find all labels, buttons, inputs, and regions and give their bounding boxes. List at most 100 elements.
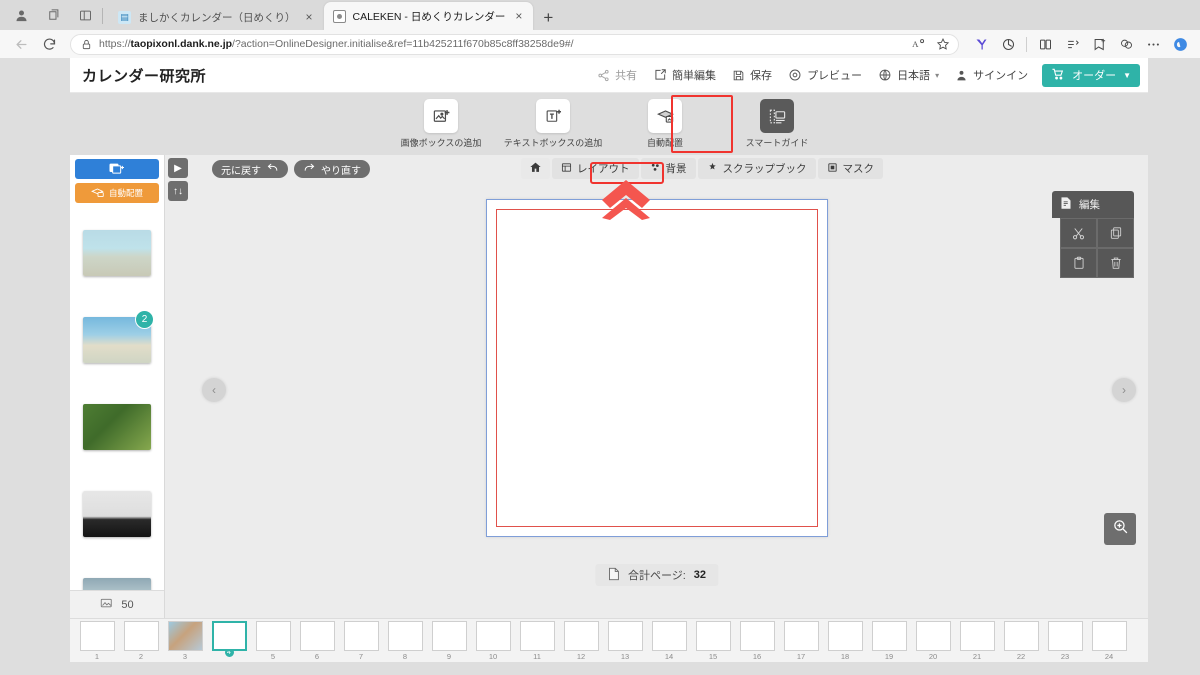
add-image-box-tool[interactable]: 画像ボックスの追加	[398, 99, 484, 149]
app-logo[interactable]: カレンダー研究所	[82, 65, 206, 86]
more-icon[interactable]	[1141, 32, 1165, 56]
page-thumb-5[interactable]: 5	[252, 620, 294, 661]
share-icon	[597, 69, 610, 82]
cut-icon[interactable]	[1060, 218, 1097, 248]
add-text-box-tool[interactable]: テキストボックスの追加	[504, 99, 602, 149]
photo-thumbnail-coastal-view[interactable]	[83, 577, 151, 590]
total-pages-indicator: 合計ページ: 32	[594, 564, 719, 586]
page-thumb-6[interactable]: 6	[296, 620, 338, 661]
page-thumb-2[interactable]: 2	[120, 620, 162, 661]
previous-page-button[interactable]: ‹	[202, 377, 226, 402]
page-thumb-24[interactable]: 24	[1088, 620, 1130, 661]
zoom-in-button[interactable]	[1104, 513, 1136, 545]
save-button[interactable]: 保存	[724, 62, 780, 88]
page-thumb-23[interactable]: 23	[1044, 620, 1086, 661]
auto-fill-tool[interactable]: 自動配置	[622, 99, 708, 149]
edit-panel-header[interactable]: 編集	[1052, 191, 1134, 218]
profile-icon[interactable]	[12, 6, 30, 24]
page-thumb-8[interactable]: 8	[384, 620, 426, 661]
photo-thumbnail-list[interactable]: 2	[70, 203, 164, 590]
photo-thumbnail-red-flower[interactable]	[83, 403, 151, 450]
page-thumb-18[interactable]: 18	[824, 620, 866, 661]
page-thumb-4[interactable]: 4	[208, 620, 250, 661]
page-canvas[interactable]	[485, 199, 828, 537]
sign-in-button[interactable]: サインイン	[947, 62, 1036, 88]
page-thumb-12[interactable]: 12	[560, 620, 602, 661]
split-screen-icon[interactable]	[76, 6, 94, 24]
tab-background[interactable]: 背景	[640, 158, 696, 179]
share-button[interactable]: 共有	[589, 62, 645, 88]
page-thumb-17[interactable]: 17	[780, 620, 822, 661]
photo-thumbnail-item[interactable]: 2	[70, 296, 164, 383]
photo-thumbnail-dark-building[interactable]	[83, 490, 151, 537]
preview-button[interactable]: プレビュー	[780, 62, 870, 88]
design-stage[interactable]: ‹ › 編集 合計ページ: 32	[165, 189, 1148, 590]
page-thumb-19[interactable]: 19	[868, 620, 910, 661]
browser-tab-2[interactable]: CALEKEN - 日めくりカレンダー ×	[323, 2, 534, 30]
page-thumb-9[interactable]: 9	[428, 620, 470, 661]
page-thumb-14[interactable]: 14	[648, 620, 690, 661]
smart-guide-label: スマートガイド	[745, 138, 809, 148]
page-thumb-16[interactable]: 16	[736, 620, 778, 661]
paste-icon[interactable]	[1060, 248, 1097, 278]
add-photos-button[interactable]	[75, 159, 159, 179]
tab-scrapbook[interactable]: スクラップブック	[697, 158, 816, 179]
tab-mask[interactable]: マスク	[817, 158, 883, 179]
yandex-icon[interactable]	[969, 32, 993, 56]
browser-tab-1[interactable]: ▤ ましかくカレンダー（日めくり） ×	[109, 4, 324, 30]
easy-edit-button[interactable]: 簡単編集	[645, 62, 724, 88]
photo-thumbnail-item[interactable]	[70, 557, 164, 590]
auto-place-button[interactable]: 自動配置	[75, 183, 159, 203]
star-icon[interactable]	[934, 37, 952, 51]
page-thumb-9-number: 9	[446, 651, 452, 661]
page-thumb-20[interactable]: 20	[912, 620, 954, 661]
next-page-button[interactable]: ›	[1112, 377, 1136, 402]
delete-icon[interactable]	[1097, 248, 1134, 278]
order-button[interactable]: オーダー ▼	[1042, 63, 1140, 87]
page-thumb-11[interactable]: 11	[516, 620, 558, 661]
tab-home[interactable]	[521, 158, 550, 179]
browser-tab-1-close-icon[interactable]: ×	[303, 10, 316, 24]
panel-expand-icon[interactable]: ▶	[168, 158, 188, 178]
smart-guide-tool[interactable]: スマートガイド	[734, 99, 820, 149]
favorites-add-icon[interactable]	[1087, 32, 1111, 56]
redo-button[interactable]: やり直す	[294, 160, 370, 178]
photo-thumbnail-beach-person[interactable]	[83, 229, 151, 276]
undo-button[interactable]: 元に戻す	[212, 160, 288, 178]
page-thumb-13-number: 13	[620, 651, 630, 661]
read-aloud-icon[interactable]: A	[909, 37, 927, 51]
page-thumb-17-number: 17	[796, 651, 806, 661]
page-thumb-7[interactable]: 7	[340, 620, 382, 661]
photo-thumbnail-item[interactable]	[70, 470, 164, 557]
edit-panel: 編集	[1052, 191, 1134, 278]
page-thumb-13[interactable]: 13	[604, 620, 646, 661]
language-selector[interactable]: 日本語 ▾	[870, 62, 947, 88]
app-header: カレンダー研究所 共有 簡単編集 保存 プレビュー 日本語 ▾ サインイン オー…	[70, 58, 1148, 93]
collections-add-icon[interactable]	[1060, 32, 1084, 56]
copilot-icon[interactable]	[1168, 32, 1192, 56]
page-thumb-8-preview	[387, 620, 423, 651]
page-thumb-21[interactable]: 21	[956, 620, 998, 661]
page-thumb-22[interactable]: 22	[1000, 620, 1042, 661]
page-thumb-10[interactable]: 10	[472, 620, 514, 661]
split-icon[interactable]	[1033, 32, 1057, 56]
page-thumbnail-strip[interactable]: 1 2 3 4 5 6 7 8 9 10 11 12 13 14 15 16 1…	[70, 618, 1148, 662]
browser-essentials-icon[interactable]	[1114, 32, 1138, 56]
tab-layout[interactable]: レイアウト	[552, 158, 639, 179]
address-bar[interactable]: https://taopixonl.dank.ne.jp/?action=Onl…	[70, 33, 959, 55]
page-thumb-6-preview	[299, 620, 335, 651]
back-arrow-icon[interactable]	[8, 32, 34, 56]
photo-thumbnail-item[interactable]	[70, 383, 164, 470]
app-body: 自動配置 2 50 ▶ ↑↓ 元に戻す やり直す レイアウト 背景 スクラップブ…	[70, 155, 1148, 618]
browser-tab-2-close-icon[interactable]: ×	[512, 9, 525, 23]
ghost-icon[interactable]	[996, 32, 1020, 56]
extensions-divider	[1026, 36, 1027, 52]
page-thumb-1[interactable]: 1	[76, 620, 118, 661]
copy-icon[interactable]	[1097, 218, 1134, 248]
new-tab-button[interactable]: +	[533, 9, 563, 30]
photo-thumbnail-item[interactable]	[70, 209, 164, 296]
reload-icon[interactable]	[36, 32, 62, 56]
page-thumb-15[interactable]: 15	[692, 620, 734, 661]
collections-icon[interactable]	[44, 6, 62, 24]
page-thumb-3[interactable]: 3	[164, 620, 206, 661]
